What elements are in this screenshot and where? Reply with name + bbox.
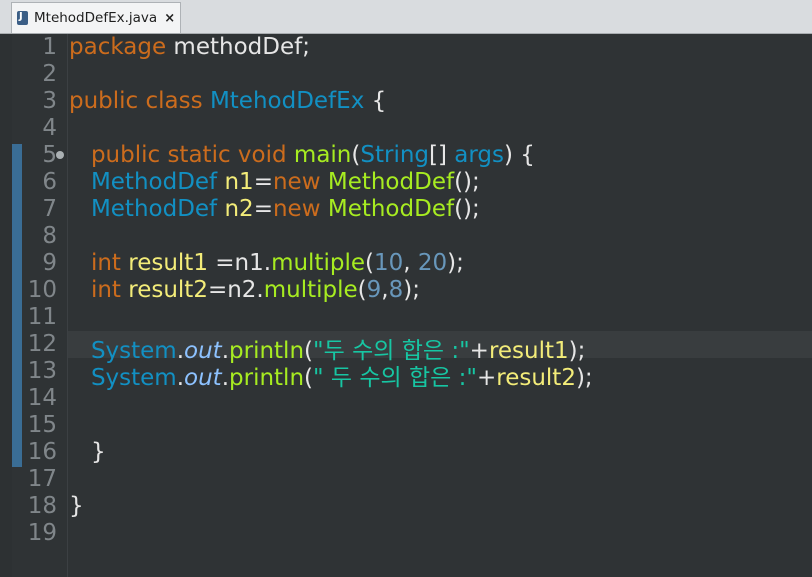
- paren: ();: [454, 169, 480, 195]
- operator: =: [253, 196, 273, 222]
- expression: =n1.: [215, 250, 272, 276]
- paren: ();: [454, 196, 480, 222]
- class-name: System: [90, 365, 177, 391]
- operator: +: [476, 365, 497, 391]
- line-number: 13: [27, 358, 57, 384]
- line-number: 6: [42, 169, 57, 195]
- dot: .: [221, 365, 230, 391]
- line-number: 8: [42, 223, 57, 249]
- paren: );: [447, 250, 464, 276]
- line-number: 12: [27, 331, 57, 357]
- fold-collapse-icon[interactable]: [56, 151, 64, 159]
- code-line-9: int result1 =n1.multiple(10, 20);: [69, 250, 464, 277]
- constructor: MethodDef: [327, 169, 455, 195]
- tab-mtehoddefex-java[interactable]: MtehodDefEx.java ×: [11, 2, 181, 33]
- number: 20: [417, 250, 448, 276]
- line-number: 7: [42, 196, 57, 222]
- code-line-13: System.out.println(" 두 수의 합은 :"+result2)…: [69, 358, 593, 391]
- line-number: 19: [27, 520, 57, 546]
- method-call: multiple: [271, 250, 365, 276]
- keyword: int: [90, 277, 121, 303]
- brackets: []: [429, 142, 447, 168]
- package-name: methodDef;: [173, 34, 310, 60]
- comma: ,: [381, 277, 389, 303]
- number: 8: [388, 277, 404, 303]
- keyword: class: [145, 88, 203, 114]
- code-line-10: int result2=n2.multiple(9,8);: [69, 277, 420, 304]
- keyword: static: [167, 142, 231, 168]
- line-number: 1: [42, 34, 57, 60]
- paren: (: [364, 250, 374, 276]
- class-name: String: [360, 142, 430, 168]
- number: 9: [366, 277, 382, 303]
- line-number: 9: [42, 250, 57, 276]
- code-line-1: package methodDef;: [69, 34, 310, 61]
- keyword: int: [90, 250, 121, 276]
- method-call: println: [229, 365, 305, 391]
- comma: ,: [403, 250, 411, 276]
- variable: result2: [496, 365, 576, 391]
- line-number: 4: [42, 115, 57, 141]
- code-editor[interactable]: 1 2 3 4 5 6 7 8 9 10 11 12 13 14 15 16 1…: [0, 34, 812, 577]
- line-number: 15: [27, 412, 57, 438]
- line-number: 18: [27, 493, 57, 519]
- parameter: args: [454, 142, 505, 168]
- variable: result1: [128, 250, 208, 276]
- paren: );: [403, 277, 420, 303]
- keyword: void: [237, 142, 287, 168]
- java-file-icon: [17, 11, 28, 25]
- static-field: out: [184, 365, 222, 391]
- line-number: 5: [42, 142, 57, 168]
- line-number: 14: [27, 385, 57, 411]
- keyword: public: [69, 88, 139, 114]
- operator: =: [253, 169, 273, 195]
- method-call: multiple: [263, 277, 358, 303]
- code-line-7: MethodDef n2=new MethodDef();: [69, 196, 480, 223]
- overview-ruler: [0, 34, 12, 577]
- dot: .: [176, 365, 185, 391]
- line-number: 10: [27, 277, 57, 303]
- paren: (: [357, 277, 367, 303]
- variable: result2: [128, 277, 208, 303]
- brace: {: [371, 88, 387, 114]
- line-number: 16: [27, 439, 57, 465]
- class-name: MethodDef: [90, 169, 218, 195]
- closing-brace: }: [69, 493, 84, 519]
- editor-tab-bar: MtehodDefEx.java ×: [0, 0, 812, 34]
- code-line-3: public class MtehodDefEx {: [69, 88, 386, 115]
- constructor: MethodDef: [327, 196, 455, 222]
- expression: =n2.: [207, 277, 264, 303]
- code-line-16: }: [69, 439, 106, 466]
- tab-title: MtehodDefEx.java: [34, 10, 158, 26]
- paren: );: [575, 365, 593, 391]
- line-number: 11: [27, 304, 57, 330]
- close-icon[interactable]: ×: [164, 11, 175, 26]
- code-line-6: MethodDef n1=new MethodDef();: [69, 169, 480, 196]
- line-number: 3: [42, 88, 57, 114]
- closing-brace: }: [90, 439, 106, 465]
- code-line-5: public static void main(String[] args) {: [69, 142, 535, 169]
- line-number: 2: [42, 61, 57, 87]
- paren: (: [304, 365, 314, 391]
- number: 10: [373, 250, 404, 276]
- keyword: public: [90, 142, 161, 168]
- code-line-12: System.out.println("두 수의 합은 :"+result1);: [69, 331, 585, 364]
- class-name: MtehodDefEx: [209, 88, 365, 114]
- keyword: new: [272, 169, 321, 195]
- code-line-18: }: [69, 493, 84, 520]
- class-name: MethodDef: [90, 196, 218, 222]
- method-name: main: [293, 142, 352, 168]
- paren: ) {: [504, 142, 535, 168]
- string-literal: " 두 수의 합은 :": [313, 365, 477, 391]
- keyword: new: [272, 196, 321, 222]
- variable: n2: [224, 196, 254, 222]
- variable: n1: [224, 169, 254, 195]
- line-number: 17: [27, 466, 57, 492]
- keyword: package: [69, 34, 167, 60]
